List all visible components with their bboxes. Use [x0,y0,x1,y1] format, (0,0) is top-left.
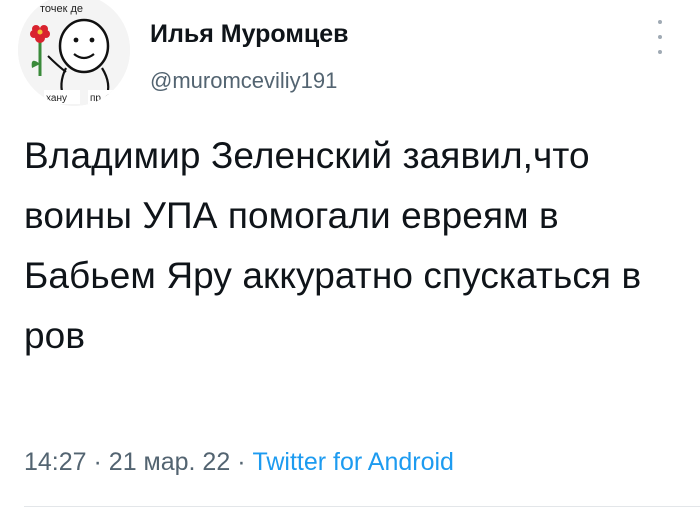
more-vertical-icon-dot [658,50,662,54]
avatar-bottom-left-text: хану [46,93,67,104]
more-vertical-icon-dot [658,35,662,39]
avatar-top-text: точек де [40,3,83,15]
author-avatar[interactable]: точек де хану пр [18,0,130,106]
avatar-bottom-right-text: пр [90,93,101,104]
more-options-button[interactable] [650,20,670,54]
tweet-source-link[interactable]: Twitter for Android [252,448,453,476]
meme-face-avatar-icon: точек де хану пр [18,0,130,106]
tweet-meta: 14:27 · 21 мар. 22 · Twitter for Android [24,448,454,477]
tweet-time[interactable]: 14:27 [24,448,87,476]
divider [24,506,700,507]
tweet: точек де хану пр Илья Муромцев @muromcev… [0,0,700,512]
tweet-text: Владимир Зеленский заявил,что воины УПА … [24,135,652,356]
author-handle[interactable]: @muromceviliy191 [150,68,337,94]
tweet-date[interactable]: 21 мар. 22 [109,448,230,476]
meta-separator: · [93,448,102,476]
more-vertical-icon [658,20,662,24]
meta-separator: · [237,448,246,476]
author-name[interactable]: Илья Муромцев [150,20,349,49]
